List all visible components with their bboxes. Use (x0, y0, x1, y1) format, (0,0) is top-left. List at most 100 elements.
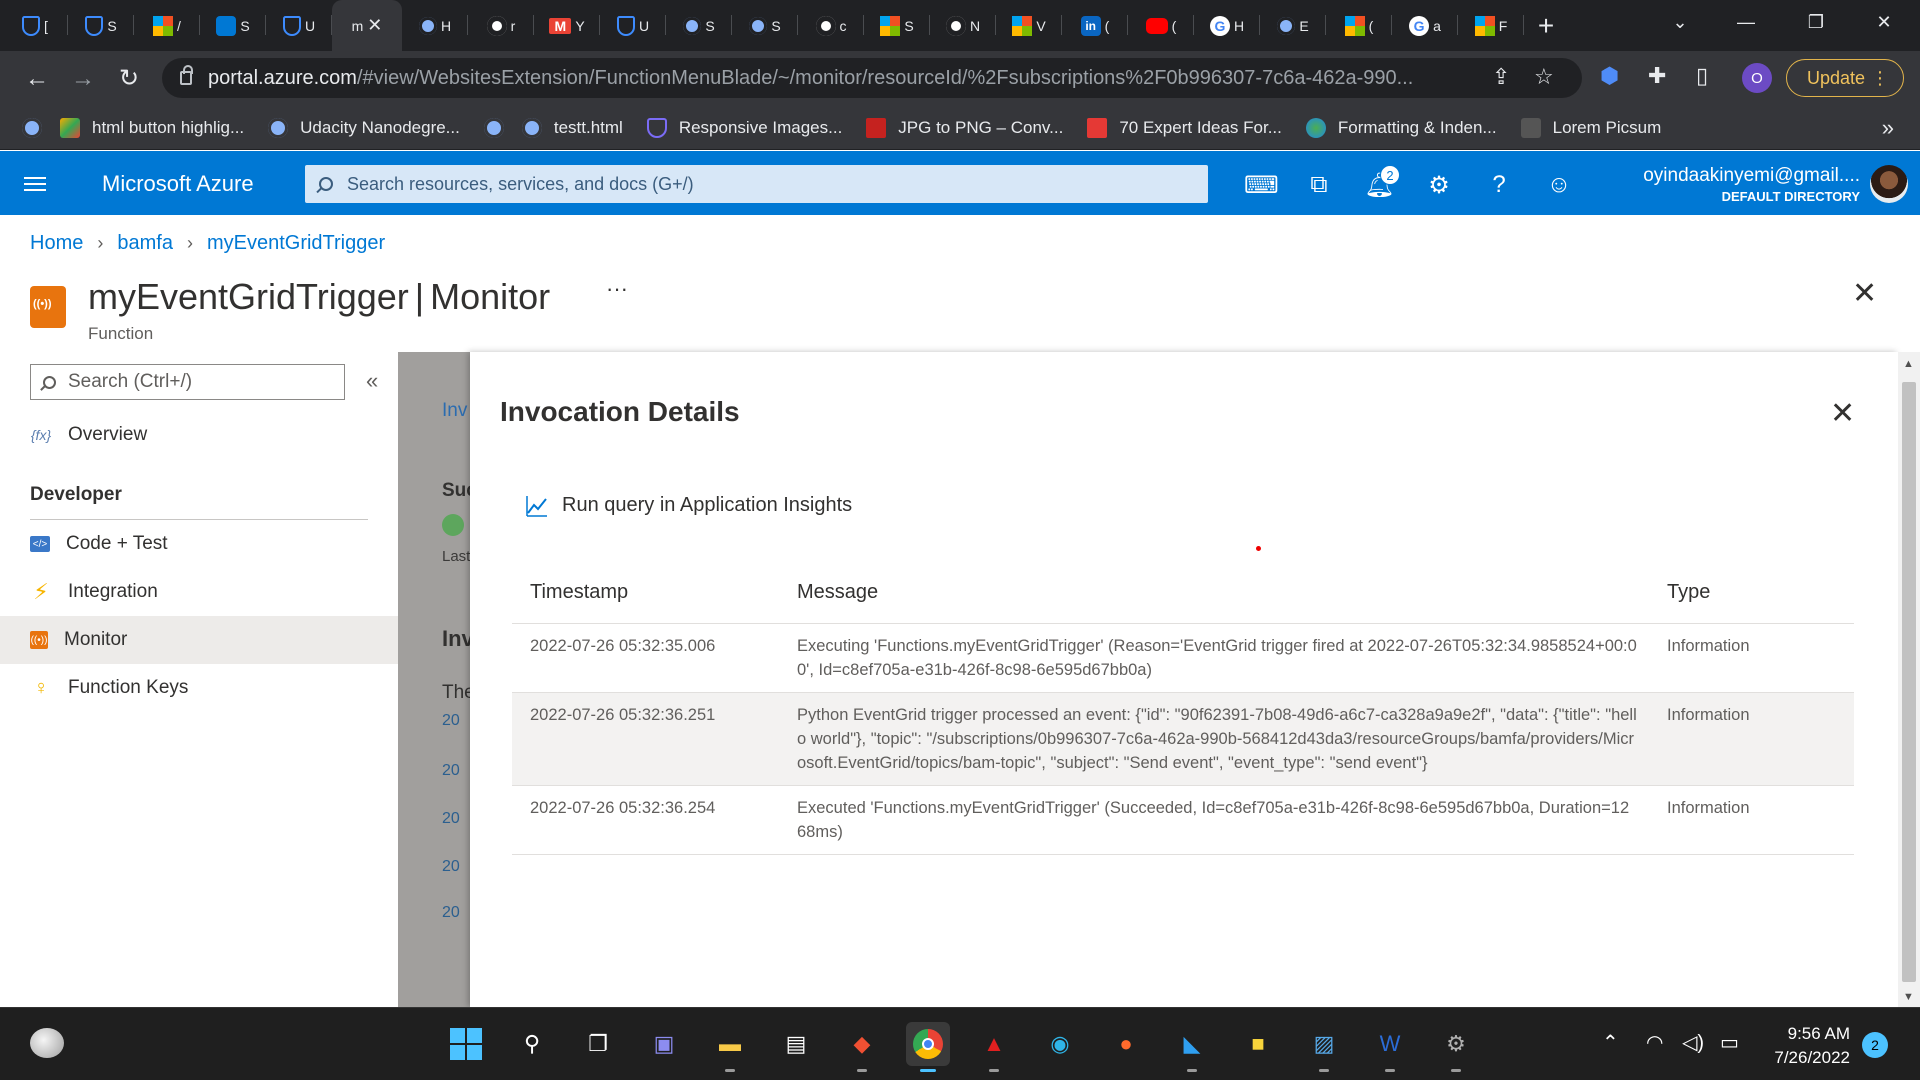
browser-tab[interactable]: S (68, 0, 134, 51)
bookmark-item[interactable] (22, 117, 42, 138)
address-bar[interactable]: portal.azure.com/#view/WebsitesExtension… (162, 58, 1582, 98)
bookmark-item[interactable]: JPG to PNG – Conv... (866, 117, 1063, 138)
word-icon[interactable]: W (1368, 1022, 1412, 1072)
run-query-button[interactable]: Run query in Application Insights (526, 494, 852, 517)
bookmark-item[interactable]: Formatting & Inden... (1305, 117, 1497, 138)
profile-avatar[interactable]: O (1742, 63, 1772, 93)
minimize-icon[interactable]: — (1716, 0, 1776, 44)
forward-arrow-icon[interactable]: → (64, 65, 102, 93)
close-blade-icon[interactable]: ✕ (1852, 276, 1877, 311)
menu-item-overview[interactable]: {fx} Overview (0, 411, 398, 459)
column-header-message[interactable]: Message (797, 581, 1667, 604)
task-view-icon[interactable]: ❐ (576, 1022, 620, 1066)
menu-search-input[interactable]: Search (Ctrl+/) (30, 364, 345, 400)
collapse-menu-icon[interactable]: « (366, 368, 378, 394)
windows-start-icon[interactable] (444, 1022, 488, 1066)
browser-tab[interactable]: m ✕ (332, 0, 402, 51)
git-icon[interactable]: ◆ (840, 1022, 884, 1072)
browser-tab[interactable]: U (600, 0, 666, 51)
hamburger-menu-icon[interactable] (24, 177, 46, 191)
extensions-puzzle-icon[interactable]: ✚ (1648, 63, 1666, 89)
browser-tab[interactable]: / (134, 0, 200, 51)
browser-tab[interactable]: [ (2, 0, 68, 51)
browser-tab[interactable]: N (930, 0, 996, 51)
scrollbar-thumb[interactable] (1902, 382, 1916, 982)
share-icon[interactable]: ⇪ (1492, 64, 1510, 90)
chrome-icon[interactable] (906, 1022, 950, 1072)
directory-filter-icon[interactable]: ⧉ (1304, 171, 1334, 199)
browser-tab[interactable]: S (200, 0, 266, 51)
table-row[interactable]: 2022-07-26 05:32:36.251 Python EventGrid … (512, 693, 1854, 786)
notification-center-badge[interactable]: 2 (1862, 1032, 1888, 1058)
browser-tab[interactable]: Ga (1392, 0, 1458, 51)
scroll-down-icon[interactable]: ▼ (1903, 991, 1914, 1003)
volume-icon[interactable]: ◁) (1682, 1030, 1704, 1055)
show-hidden-icons-icon[interactable]: ⌃ (1602, 1030, 1619, 1055)
browser-tab[interactable]: E (1260, 0, 1326, 51)
update-button[interactable]: Update ⋮ (1786, 59, 1904, 97)
side-panel-icon[interactable]: ▯ (1696, 63, 1708, 89)
more-options-icon[interactable]: ··· (606, 276, 628, 302)
photos-icon[interactable]: ▨ (1302, 1022, 1346, 1072)
avatar[interactable] (1870, 165, 1908, 203)
reload-icon[interactable]: ↻ (110, 64, 148, 93)
lock-icon[interactable] (180, 65, 193, 85)
table-row[interactable]: 2022-07-26 05:32:36.254 Executed 'Functio… (512, 786, 1854, 855)
bookmark-star-icon[interactable]: ☆ (1534, 64, 1554, 90)
acrobat-icon[interactable]: ▲ (972, 1022, 1016, 1072)
bookmark-item[interactable]: testt.html (521, 117, 623, 138)
file-explorer-icon[interactable]: ▬ (708, 1022, 752, 1072)
microsoft-store-icon[interactable]: ▤ (774, 1022, 818, 1066)
bookmarks-overflow-icon[interactable]: » (1882, 115, 1894, 141)
settings-gear-icon[interactable]: ⚙ (1434, 1022, 1478, 1072)
bookmark-item[interactable] (483, 117, 504, 138)
more-vert-icon[interactable]: ⋮ (1871, 68, 1889, 89)
menu-item-integration[interactable]: ⚡ Integration (0, 568, 398, 616)
browser-tab[interactable]: V (996, 0, 1062, 51)
help-icon[interactable]: ? (1484, 171, 1514, 199)
browser-tab[interactable]: r (468, 0, 534, 51)
search-icon[interactable]: ⚲ (510, 1022, 554, 1066)
azure-brand[interactable]: Microsoft Azure (102, 171, 254, 197)
postman-icon[interactable]: ● (1104, 1022, 1148, 1066)
account-menu[interactable]: oyindaakinyemi@gmail.... DEFAULT DIRECTO… (1643, 165, 1860, 204)
restore-icon[interactable]: ❐ (1786, 0, 1846, 44)
browser-tab[interactable]: F (1458, 0, 1524, 51)
table-row[interactable]: 2022-07-26 05:32:35.006 Executing 'Functi… (512, 624, 1854, 693)
teams-chat-icon[interactable]: ▣ (642, 1022, 686, 1066)
azure-search-input[interactable]: Search resources, services, and docs (G+… (305, 165, 1208, 203)
bookmark-item[interactable]: Responsive Images... (646, 117, 842, 138)
browser-tab[interactable]: in( (1062, 0, 1128, 51)
feedback-icon[interactable]: ☺ (1544, 171, 1574, 199)
bookmark-item[interactable]: html button highlig... (60, 117, 244, 138)
vertical-scrollbar[interactable]: ▲ ▼ (1898, 352, 1920, 1007)
browser-tab[interactable]: S (732, 0, 798, 51)
menu-item-function-keys[interactable]: ♀ Function Keys (0, 664, 398, 712)
back-arrow-icon[interactable]: ← (18, 65, 56, 93)
vscode-icon[interactable]: ◣ (1170, 1022, 1214, 1072)
close-panel-icon[interactable]: ✕ (1830, 396, 1855, 431)
browser-tab[interactable]: GH (1194, 0, 1260, 51)
browser-tab[interactable]: S (864, 0, 930, 51)
battery-icon[interactable]: ▭ (1720, 1030, 1739, 1055)
browser-tab[interactable]: ( (1128, 0, 1194, 51)
cloud-shell-icon[interactable]: ⌨ (1244, 171, 1279, 200)
breadcrumb-function[interactable]: myEventGridTrigger (207, 232, 385, 255)
menu-item-code-test[interactable]: </> Code + Test (0, 520, 398, 568)
close-tab-icon[interactable]: ✕ (367, 15, 382, 36)
breadcrumb-bamfa[interactable]: bamfa (117, 232, 173, 255)
breadcrumb-home[interactable]: Home (30, 232, 83, 255)
bookmark-item[interactable]: Lorem Picsum (1520, 117, 1661, 138)
settings-gear-icon[interactable]: ⚙ (1424, 171, 1454, 200)
edge-icon[interactable]: ◉ (1038, 1022, 1082, 1066)
tab-search-icon[interactable]: ⌄ (1650, 0, 1710, 44)
browser-tab[interactable]: U (266, 0, 332, 51)
scroll-up-icon[interactable]: ▲ (1903, 358, 1914, 370)
new-tab-button[interactable]: + (1524, 0, 1568, 51)
close-window-icon[interactable]: ✕ (1854, 0, 1914, 44)
browser-tab[interactable]: H (402, 0, 468, 51)
menu-item-monitor[interactable]: ((•)) Monitor (0, 616, 398, 664)
sticky-notes-icon[interactable]: ■ (1236, 1022, 1280, 1066)
url-text[interactable]: portal.azure.com/#view/WebsitesExtension… (208, 67, 1478, 90)
system-clock[interactable]: 9:56 AM 7/26/2022 (1752, 1022, 1850, 1070)
